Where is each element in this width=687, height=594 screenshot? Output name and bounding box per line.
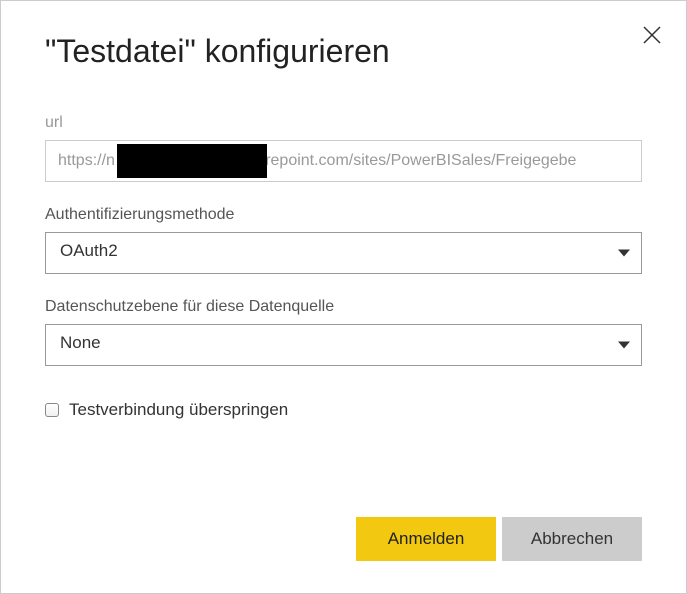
configure-dialog: "Testdatei" konfigurieren url Authentifi… <box>0 0 687 594</box>
auth-label: Authentifizierungsmethode <box>45 206 642 224</box>
auth-selected-value: OAuth2 <box>60 241 118 260</box>
skip-test-checkbox[interactable] <box>45 403 59 417</box>
signin-button[interactable]: Anmelden <box>356 517 496 561</box>
auth-select-wrap: OAuth2 <box>45 232 642 274</box>
skip-test-label: Testverbindung überspringen <box>69 400 288 420</box>
url-label: url <box>45 114 642 132</box>
url-input-wrap <box>45 140 642 182</box>
auth-select[interactable]: OAuth2 <box>45 232 642 274</box>
privacy-select-wrap: None <box>45 324 642 366</box>
close-icon[interactable] <box>642 25 662 45</box>
dialog-buttons: Anmelden Abbrechen <box>356 517 642 561</box>
auth-field: Authentifizierungsmethode OAuth2 <box>45 206 642 274</box>
privacy-field: Datenschutzebene für diese Datenquelle N… <box>45 298 642 366</box>
privacy-select[interactable]: None <box>45 324 642 366</box>
url-field: url <box>45 114 642 182</box>
dialog-title: "Testdatei" konfigurieren <box>45 33 642 70</box>
privacy-label: Datenschutzebene für diese Datenquelle <box>45 298 642 316</box>
skip-test-row: Testverbindung überspringen <box>45 400 642 420</box>
privacy-selected-value: None <box>60 333 101 352</box>
url-input[interactable] <box>45 140 642 182</box>
cancel-button[interactable]: Abbrechen <box>502 517 642 561</box>
